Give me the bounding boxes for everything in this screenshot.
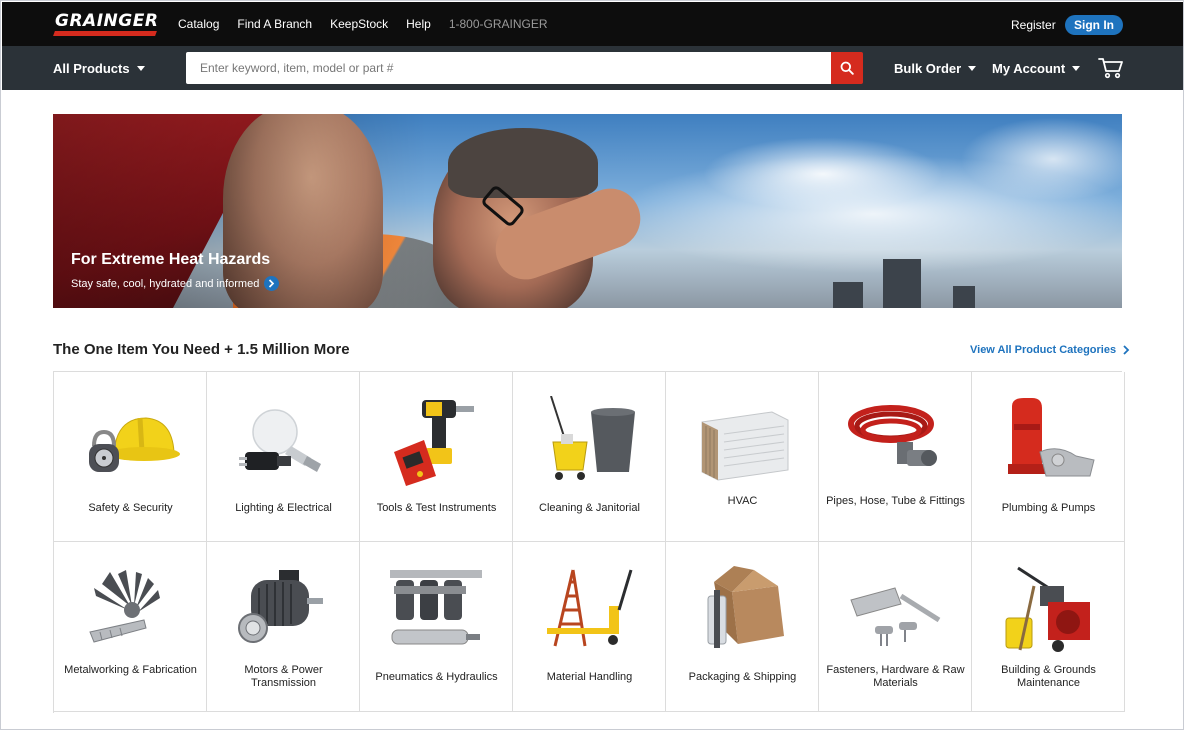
register-link[interactable]: Register [1011,18,1056,32]
page-frame: GRAINGER Catalog Find A Branch KeepStock… [0,0,1184,730]
category-tile-tools-test-instruments[interactable]: Tools & Test Instruments [360,372,513,542]
hero-banner[interactable]: For Extreme Heat Hazards Stay safe, cool… [53,114,1122,308]
category-label: Metalworking & Fabrication [64,664,197,676]
bulk-order-label: Bulk Order [894,61,962,76]
category-label: Packaging & Shipping [688,671,797,683]
nav-bar: All Products Bulk Order My Account [2,46,1183,90]
door-closer-icon [850,587,941,646]
section-title: The One Item You Need + 1.5 Million More [53,341,350,358]
category-tile-material-handling[interactable]: Material Handling [513,542,666,712]
category-tile-lighting-electrical[interactable]: Lighting & Electrical [207,372,360,542]
keepstock-link[interactable]: KeepStock [330,17,388,31]
category-label: HVAC [727,495,758,507]
category-label: Cleaning & Janitorial [539,502,640,514]
all-products-menu[interactable]: All Products [53,61,145,76]
category-label: Building & Grounds Maintenance [1001,664,1096,689]
filter-regulator-icon [390,570,482,645]
help-link[interactable]: Help [406,17,431,31]
category-tile-cleaning-janitorial[interactable]: Cleaning & Janitorial [513,372,666,542]
category-grid: Safety & Security Lighting & Electrical [53,371,1125,713]
category-tile-motors[interactable]: Motors & Power Transmission [207,542,360,712]
mop-bucket-icon [550,396,635,480]
category-label: Fasteners, Hardware & Raw Materials [826,664,965,689]
category-tile-pipes-hose[interactable]: Pipes, Hose, Tube & Fittings [819,372,972,542]
category-tile-safety-security[interactable]: Safety & Security [54,372,207,542]
category-tile-building-grounds[interactable]: Building & Grounds Maintenance [972,542,1125,712]
category-label: Lighting & Electrical [235,502,332,514]
hard-hat-icon [89,417,180,472]
search-icon [840,61,854,75]
my-account-menu[interactable]: My Account [992,61,1081,76]
bulk-order-menu[interactable]: Bulk Order [894,61,977,76]
category-tile-packaging[interactable]: Packaging & Shipping [666,542,819,712]
air-conditioner-icon [701,411,789,481]
category-label: Motors & Power Transmission [244,664,323,689]
hose-icon [848,405,937,466]
find-a-branch-link[interactable]: Find A Branch [237,17,312,31]
view-all-categories-link[interactable]: View All Product Categories [970,344,1132,356]
category-label: Pipes, Hose, Tube & Fittings [826,495,965,507]
hero-subtitle: Stay safe, cool, hydrated and informed [71,277,260,290]
cart-icon [1098,58,1123,79]
chevron-down-icon [1072,66,1081,71]
phone-number: 1-800-GRAINGER [448,17,548,31]
grainger-logo[interactable]: GRAINGER [53,11,159,38]
chevron-right-icon [264,276,280,291]
category-tile-hvac[interactable]: HVAC [666,372,819,542]
flap-disc-icon [89,570,160,643]
search-button[interactable] [831,52,863,84]
my-account-label: My Account [992,61,1066,76]
motor-icon [238,570,323,643]
hero-link[interactable]: Stay safe, cool, hydrated and informed [71,276,280,291]
box-icon [707,566,784,648]
search-input[interactable] [186,52,832,84]
sign-in-button[interactable]: Sign In [1065,15,1123,35]
category-label: Safety & Security [88,502,173,514]
category-tile-metalworking[interactable]: Metalworking & Fabrication [54,542,207,712]
top-links: Catalog Find A Branch KeepStock Help 1-8… [178,17,566,31]
pump-icon [1008,398,1095,477]
view-all-label: View All Product Categories [970,344,1117,356]
pallet-jack-icon [547,569,633,647]
chevron-down-icon [136,66,145,71]
drill-icon [394,400,474,486]
category-label: Plumbing & Pumps [1001,502,1096,514]
category-label: Pneumatics & Hydraulics [375,671,498,683]
category-tile-fasteners[interactable]: Fasteners, Hardware & Raw Materials [819,542,972,712]
logo-underline [53,31,157,36]
logo-text: GRAINGER [55,11,159,31]
category-label: Material Handling [546,671,633,683]
category-tile-plumbing-pumps[interactable]: Plumbing & Pumps [972,372,1125,542]
category-label: Tools & Test Instruments [376,502,497,514]
catalog-link[interactable]: Catalog [178,17,219,31]
snow-blower-icon [1005,566,1090,652]
hero-title: For Extreme Heat Hazards [71,251,271,268]
chevron-down-icon [968,66,977,71]
light-bulb-icon [239,409,321,472]
category-tile-pneumatics[interactable]: Pneumatics & Hydraulics [360,542,513,712]
all-products-label: All Products [53,61,130,76]
top-bar: GRAINGER Catalog Find A Branch KeepStock… [2,2,1183,46]
cart-button[interactable] [1098,56,1124,80]
chevron-right-icon [1123,345,1130,355]
